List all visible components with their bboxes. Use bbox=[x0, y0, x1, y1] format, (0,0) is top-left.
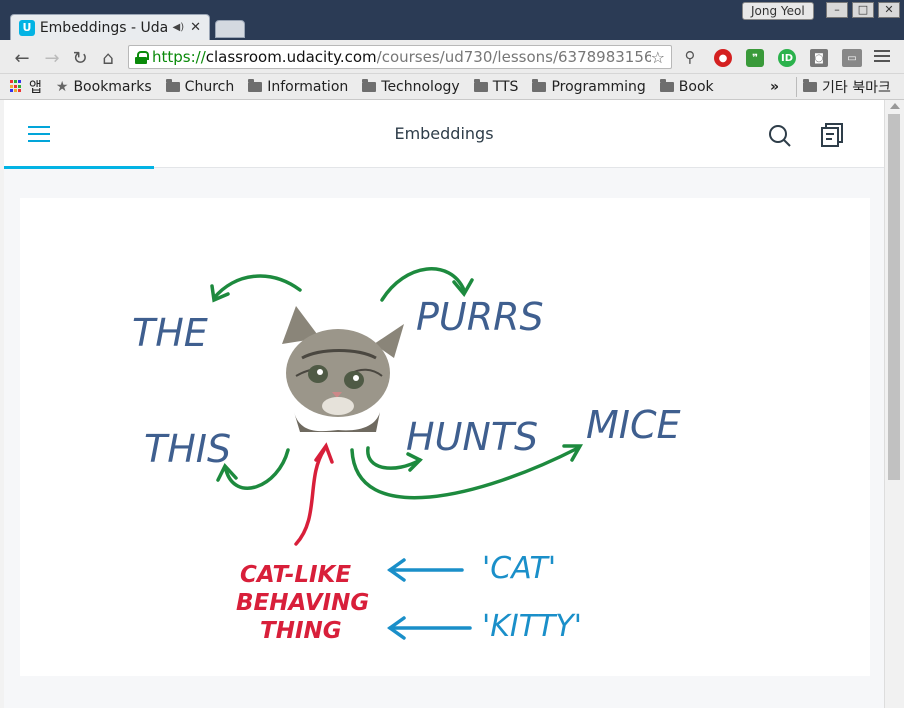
minimize-window-icon[interactable]: – bbox=[826, 2, 848, 18]
tab-title: Embeddings - Uda bbox=[39, 19, 169, 36]
quote-extension-icon[interactable]: ❞ bbox=[746, 49, 764, 67]
notes-icon[interactable] bbox=[820, 122, 844, 148]
magnifier-extension-icon[interactable]: ⚲ bbox=[680, 48, 700, 66]
browser-menu-icon[interactable] bbox=[874, 50, 890, 64]
synonym-cat: 'CAT' bbox=[482, 551, 556, 586]
bookmark-apps[interactable]: 앱 bbox=[10, 77, 42, 97]
close-tab-icon[interactable]: ✕ bbox=[190, 20, 201, 35]
arrowhead-concept bbox=[314, 442, 334, 464]
lesson-progress-bar bbox=[4, 166, 154, 169]
close-window-icon[interactable]: ✕ bbox=[878, 2, 900, 18]
bookmarks-bar: 앱 ★ Bookmarks Church Information Technol… bbox=[0, 74, 904, 100]
bookmark-other[interactable]: 기타 북마크 bbox=[796, 76, 891, 97]
bookmark-book[interactable]: Book bbox=[659, 78, 714, 95]
folder-icon bbox=[165, 78, 180, 92]
browser-tab[interactable]: U Embeddings - Uda ◀) ✕ bbox=[10, 14, 210, 40]
kitten-image bbox=[282, 306, 404, 432]
bookmark-technology[interactable]: Technology bbox=[362, 78, 460, 95]
folder-icon bbox=[248, 78, 263, 92]
adblock-extension-icon[interactable]: ● bbox=[714, 49, 732, 67]
bookmark-information[interactable]: Information bbox=[248, 78, 349, 95]
bookmark-label: Bookmarks bbox=[73, 78, 152, 95]
folder-icon bbox=[473, 78, 488, 92]
camera-extension-icon[interactable]: ◙ bbox=[810, 49, 828, 67]
folder-icon bbox=[803, 78, 817, 92]
page-title: Embeddings bbox=[394, 124, 494, 143]
concept-label: CAT-LIKE BEHAVING THING bbox=[236, 562, 369, 644]
synonym-kitty: 'KITTY' bbox=[482, 609, 582, 644]
word-this: THIS bbox=[144, 427, 231, 471]
apps-label: 앱 bbox=[29, 79, 42, 96]
star-icon: ★ bbox=[55, 78, 69, 95]
bookmark-label: Book bbox=[678, 78, 714, 95]
new-tab-button[interactable] bbox=[215, 20, 245, 38]
home-icon[interactable]: ⌂ bbox=[98, 48, 118, 69]
address-bar[interactable]: https:// classroom.udacity.com /courses/… bbox=[128, 45, 672, 69]
url-scheme: https:// bbox=[151, 48, 206, 66]
maximize-window-icon[interactable]: □ bbox=[852, 2, 874, 18]
arrow-concept-to-cat bbox=[294, 448, 326, 546]
url-path: /courses/ud730/lessons/6378983156/co bbox=[376, 48, 651, 66]
concept-line-1: CAT-LIKE bbox=[240, 562, 351, 588]
bookmark-bookmarks[interactable]: ★ Bookmarks bbox=[56, 79, 152, 95]
sentence-words: THE PURRS THIS HUNTS MICE bbox=[132, 295, 681, 471]
bookmark-label: Programming bbox=[551, 78, 646, 95]
profile-name-button[interactable]: Jong Yeol bbox=[742, 2, 814, 20]
forward-arrow-icon[interactable]: → bbox=[42, 48, 62, 69]
tab-strip: U Embeddings - Uda ◀) ✕ Jong Yeol – □ ✕ bbox=[0, 0, 904, 40]
concept-arrow bbox=[294, 442, 334, 546]
bookmark-tts[interactable]: TTS bbox=[473, 78, 519, 95]
word-mice: MICE bbox=[586, 403, 681, 447]
apps-grid-icon bbox=[10, 80, 23, 93]
browser-toolbar: ← → ↻ ⌂ https:// classroom.udacity.com /… bbox=[0, 40, 904, 74]
synonym-arrows bbox=[386, 558, 472, 640]
scroll-up-arrow-icon[interactable] bbox=[890, 103, 900, 109]
concept-line-2: BEHAVING bbox=[236, 590, 369, 616]
audio-playing-icon[interactable]: ◀) bbox=[173, 22, 185, 33]
arrow-to-this bbox=[224, 448, 290, 490]
bookmarks-overflow-button[interactable]: » bbox=[770, 79, 779, 95]
lesson-content-card: THE PURRS THIS HUNTS MICE CAT-LIKE BEHAV… bbox=[20, 198, 870, 676]
udacity-favicon-icon: U bbox=[19, 19, 35, 36]
reload-icon[interactable]: ↻ bbox=[70, 48, 90, 69]
url-host: classroom.udacity.com bbox=[205, 48, 377, 66]
bookmark-label: 기타 북마크 bbox=[822, 79, 891, 96]
concept-line-3: THING bbox=[260, 618, 342, 644]
bookmark-star-icon[interactable]: ☆ bbox=[651, 48, 665, 67]
folder-icon bbox=[532, 78, 547, 92]
folder-icon bbox=[659, 78, 674, 92]
screen-extension-icon[interactable]: ▭ bbox=[842, 49, 862, 67]
lesson-header: Embeddings bbox=[4, 100, 884, 169]
bookmark-label: Church bbox=[184, 78, 235, 95]
bookmark-label: TTS bbox=[492, 78, 519, 95]
search-icon[interactable] bbox=[768, 124, 792, 148]
bookmark-label: Technology bbox=[381, 78, 460, 95]
folder-icon bbox=[362, 78, 377, 92]
bookmark-label: Information bbox=[267, 78, 349, 95]
page-scrollbar[interactable] bbox=[884, 100, 904, 708]
bookmark-church[interactable]: Church bbox=[165, 78, 235, 95]
id-extension-icon[interactable]: ID bbox=[778, 49, 796, 67]
secure-lock-icon bbox=[135, 50, 149, 64]
back-arrow-icon[interactable]: ← bbox=[12, 48, 32, 69]
embeddings-drawing: THE PURRS THIS HUNTS MICE CAT-LIKE BEHAV… bbox=[132, 267, 681, 644]
scrollbar-thumb[interactable] bbox=[888, 114, 900, 480]
page-viewport: Embeddings THE PURRS THIS HUNTS MICE CAT… bbox=[4, 100, 884, 708]
word-hunts: HUNTS bbox=[406, 415, 538, 459]
browser-window: U Embeddings - Uda ◀) ✕ Jong Yeol – □ ✕ … bbox=[0, 0, 904, 708]
word-purrs: PURRS bbox=[416, 295, 544, 339]
bookmark-programming[interactable]: Programming bbox=[532, 78, 646, 95]
word-the: THE bbox=[132, 311, 208, 355]
synonym-words: 'CAT' 'KITTY' bbox=[482, 551, 582, 644]
